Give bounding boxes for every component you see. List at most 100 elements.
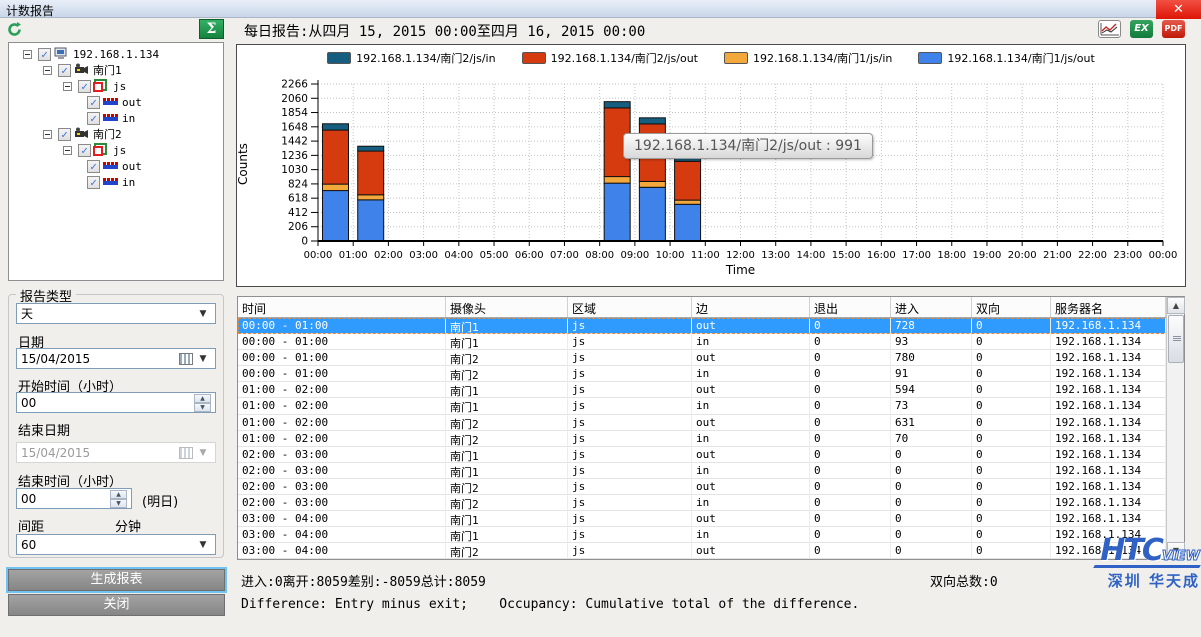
generate-report-button[interactable]: 生成报表 [8, 569, 225, 591]
table-row[interactable]: 01:00 - 02:00南门1jsout05940192.168.1.134 [238, 382, 1184, 398]
table-row[interactable]: 00:00 - 01:00南门1jsout07280192.168.1.134 [238, 318, 1184, 334]
table-row[interactable]: 02:00 - 03:00南门1jsin000192.168.1.134 [238, 463, 1184, 479]
tree-expander-icon[interactable] [43, 130, 52, 139]
spin-down-icon[interactable]: ▼ [194, 403, 211, 412]
bar-segment[interactable] [639, 187, 665, 241]
tree-item-192.168.1.134[interactable]: ✓192.168.1.134 [9, 46, 223, 62]
column-header-3[interactable]: 区域 [568, 297, 692, 317]
date-input[interactable]: 15/04/2015 ▼ [16, 348, 216, 369]
column-header-2[interactable]: 摄像头 [446, 297, 568, 317]
sum-report-button[interactable]: Σ [199, 19, 224, 39]
table-row[interactable]: 00:00 - 01:00南门2jsin0910192.168.1.134 [238, 366, 1184, 382]
bar-segment[interactable] [675, 204, 701, 241]
bar-segment[interactable] [323, 184, 349, 190]
spinner-arrows[interactable]: ▲▼ [110, 490, 127, 507]
bar-segment[interactable] [323, 191, 349, 241]
tree-checkbox[interactable]: ✓ [87, 176, 100, 189]
column-header-5[interactable]: 退出 [810, 297, 891, 317]
table-row[interactable]: 02:00 - 03:00南门1jsout000192.168.1.134 [238, 447, 1184, 463]
tree-expander-icon[interactable] [23, 50, 32, 59]
tree-checkbox[interactable]: ✓ [78, 80, 91, 93]
table-row[interactable]: 03:00 - 04:00南门2jsout000192.168.1.134 [238, 543, 1184, 559]
tree-checkbox[interactable]: ✓ [58, 128, 71, 141]
column-header-8[interactable]: 服务器名 [1051, 297, 1166, 317]
legend-swatch [327, 52, 351, 64]
end-hour-spinner[interactable]: 00 ▲▼ [16, 488, 132, 509]
bar-segment[interactable] [604, 177, 630, 184]
close-window-button[interactable]: ✕ [1156, 0, 1201, 19]
table-row[interactable]: 02:00 - 03:00南门2jsin000192.168.1.134 [238, 495, 1184, 511]
bar-segment[interactable] [604, 183, 630, 241]
spin-down-icon[interactable]: ▼ [110, 499, 127, 508]
table-cell: 0 [972, 447, 1051, 463]
spin-up-icon[interactable]: ▲ [194, 394, 211, 403]
bar-segment[interactable] [604, 102, 630, 108]
table-row[interactable]: 00:00 - 01:00南门1jsin0930192.168.1.134 [238, 334, 1184, 350]
excel-export-icon[interactable]: EX [1130, 20, 1153, 38]
calendar-icon[interactable] [179, 353, 193, 365]
chart-panel: 192.168.1.134/南门2/js/in192.168.1.134/南门2… [236, 44, 1186, 287]
tree-checkbox[interactable]: ✓ [87, 96, 100, 109]
table-scrollbar[interactable]: ▲ ▼ [1166, 297, 1184, 559]
x-tick-label: 00:00 [304, 250, 333, 261]
tree-item-in[interactable]: ✓in [9, 174, 223, 190]
tree-item-out[interactable]: ✓out [9, 94, 223, 110]
interval-select[interactable]: 60 ▼ [16, 534, 216, 555]
tree-item-南门2[interactable]: ✓南门2 [9, 126, 223, 142]
legend-swatch [724, 52, 748, 64]
tree-checkbox[interactable]: ✓ [38, 48, 51, 61]
start-hour-spinner[interactable]: 00 ▲▼ [16, 392, 216, 413]
table-row[interactable]: 00:00 - 01:00南门2jsout07800192.168.1.134 [238, 350, 1184, 366]
tree-item-in[interactable]: ✓in [9, 110, 223, 126]
tree-expander-icon[interactable] [63, 82, 72, 91]
chart-export-icon[interactable] [1098, 20, 1121, 38]
table-row[interactable]: 02:00 - 03:00南门2jsout000192.168.1.134 [238, 479, 1184, 495]
table-row[interactable]: 01:00 - 02:00南门2jsin0700192.168.1.134 [238, 431, 1184, 447]
table-row[interactable]: 01:00 - 02:00南门2jsout06310192.168.1.134 [238, 415, 1184, 431]
bar-segment[interactable] [358, 200, 384, 241]
chevron-down-icon[interactable]: ▼ [195, 540, 211, 550]
column-header-6[interactable]: 进入 [891, 297, 972, 317]
bar-segment[interactable] [358, 195, 384, 200]
column-header-1[interactable]: 时间 [238, 297, 446, 317]
spinner-arrows[interactable]: ▲▼ [194, 394, 211, 411]
table-row[interactable]: 03:00 - 04:00南门1jsout000192.168.1.134 [238, 511, 1184, 527]
bar-segment[interactable] [323, 124, 349, 130]
tree-expander-icon[interactable] [43, 66, 52, 75]
scroll-up-icon[interactable]: ▲ [1167, 297, 1185, 314]
tree-item-南门1[interactable]: ✓南门1 [9, 62, 223, 78]
table-cell: 0 [810, 463, 891, 479]
tree-item-out[interactable]: ✓out [9, 158, 223, 174]
bar-segment[interactable] [675, 161, 701, 200]
bar-segment[interactable] [358, 146, 384, 151]
chevron-down-icon[interactable]: ▼ [195, 354, 211, 364]
bar-segment[interactable] [358, 151, 384, 195]
bar-segment[interactable] [639, 181, 665, 187]
close-dialog-button[interactable]: 关闭 [8, 594, 225, 616]
y-axis-title: Counts [236, 134, 250, 194]
tree-checkbox[interactable]: ✓ [78, 144, 91, 157]
spin-up-icon[interactable]: ▲ [110, 490, 127, 499]
report-type-select[interactable]: 天 ▼ [16, 303, 216, 324]
tree-item-js[interactable]: ✓js [9, 78, 223, 94]
scrollbar-thumb[interactable] [1168, 315, 1184, 363]
bar-segment[interactable] [675, 200, 701, 204]
bar-segment[interactable] [323, 130, 349, 184]
tree-checkbox[interactable]: ✓ [87, 160, 100, 173]
table-row[interactable]: 03:00 - 04:00南门1jsin000192.168.1.134 [238, 527, 1184, 543]
table-cell: 0 [972, 366, 1051, 382]
chevron-down-icon[interactable]: ▼ [195, 309, 211, 319]
table-cell: 0 [810, 366, 891, 382]
tree-checkbox[interactable]: ✓ [58, 64, 71, 77]
table-row[interactable]: 01:00 - 02:00南门1jsin0730192.168.1.134 [238, 398, 1184, 414]
tree-item-js[interactable]: ✓js [9, 142, 223, 158]
table-cell: 192.168.1.134 [1051, 511, 1166, 527]
tree-checkbox[interactable]: ✓ [87, 112, 100, 125]
pdf-export-icon[interactable]: PDF [1162, 20, 1185, 38]
end-date-label: 结束日期 [18, 420, 70, 439]
bar-segment[interactable] [639, 118, 665, 124]
column-header-4[interactable]: 边 [692, 297, 810, 317]
tree-expander-icon[interactable] [63, 146, 72, 155]
column-header-7[interactable]: 双向 [972, 297, 1051, 317]
refresh-icon[interactable] [6, 21, 23, 38]
